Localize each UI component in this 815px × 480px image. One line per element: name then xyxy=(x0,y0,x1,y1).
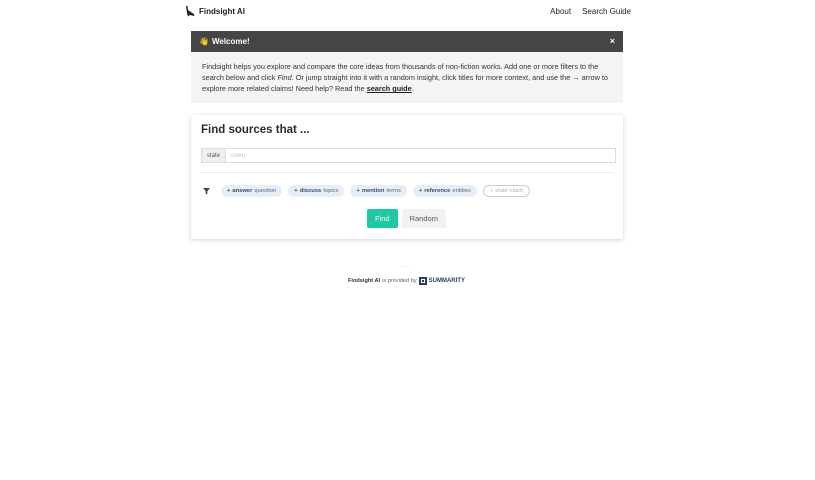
find-button[interactable]: Find xyxy=(367,209,398,228)
chip-noun: claim xyxy=(509,188,524,194)
nav-search-guide-link[interactable]: Search Guide xyxy=(582,7,631,16)
search-title: Find sources that ... xyxy=(201,124,310,136)
welcome-header: 👋 Welcome! × xyxy=(191,31,623,52)
summarity-name: SUMMARITY xyxy=(428,278,465,284)
welcome-title: Welcome! xyxy=(211,37,250,46)
chip-plus: + xyxy=(294,188,298,194)
footer-separator: ... xyxy=(403,263,412,269)
top-nav: About Search Guide xyxy=(550,7,631,16)
filter-type-tag[interactable]: state xyxy=(202,149,227,162)
chip-verb: state xyxy=(495,188,508,194)
summarity-link[interactable]: SUMMARITY xyxy=(418,277,465,285)
random-button[interactable]: Random xyxy=(401,209,446,228)
add-state-claim-chip[interactable]: + state claim xyxy=(482,185,531,197)
filter-row: state xyxy=(201,148,616,163)
chip-plus: + xyxy=(489,188,494,194)
top-bar: Findsight AI About Search Guide xyxy=(185,5,631,19)
bird-logo-icon xyxy=(185,6,195,17)
welcome-panel: 👋 Welcome! × Findsight helps you explore… xyxy=(191,31,623,103)
chip-noun: terms xyxy=(386,188,401,194)
chip-verb: discuss xyxy=(299,188,322,194)
search-card: Find sources that ... state +answerquest… xyxy=(191,115,623,239)
welcome-text-part: . xyxy=(411,84,414,94)
add-mention-terms-chip[interactable]: + mention terms xyxy=(350,185,407,197)
footer-brand: Findsight AI xyxy=(348,278,381,284)
chip-plus: + xyxy=(418,188,423,194)
add-answer-question-chip[interactable]: + answer question xyxy=(221,185,283,197)
divider xyxy=(201,172,614,173)
nav-about-link[interactable]: About xyxy=(550,7,571,16)
welcome-text: Findsight helps you explore and compare … xyxy=(191,52,623,95)
chip-plus: + xyxy=(227,188,231,194)
brand-name: Findsight AI xyxy=(199,7,245,16)
welcome-text-find: Find xyxy=(277,73,292,83)
chip-noun: entities xyxy=(452,188,471,194)
chip-noun: topics xyxy=(323,188,339,194)
brand-link[interactable]: Findsight AI xyxy=(185,6,245,17)
waving-hand-icon: 👋 xyxy=(199,37,209,46)
close-icon[interactable]: × xyxy=(610,36,615,46)
chip-plus: + xyxy=(356,188,360,194)
footer: Findsight AI is provided by SUMMARITY xyxy=(348,277,465,285)
footer-provided-text: is provided by xyxy=(382,278,417,284)
filter-funnel-icon xyxy=(201,186,211,196)
chip-verb: answer xyxy=(232,188,253,194)
claim-input[interactable] xyxy=(226,150,615,161)
chip-verb: reference xyxy=(424,188,451,194)
summarity-logo-icon xyxy=(418,277,427,285)
chip-verb: mention xyxy=(361,188,385,194)
add-filter-chips: + answer question + discuss topics + mention t… xyxy=(201,185,531,197)
action-buttons: Find Random xyxy=(367,209,446,228)
search-guide-link[interactable]: search guide xyxy=(367,84,412,93)
add-reference-entities-chip[interactable]: + reference entities xyxy=(412,185,477,197)
add-discuss-topics-chip[interactable]: + discuss topics xyxy=(288,185,345,197)
chip-noun: question xyxy=(254,188,277,194)
